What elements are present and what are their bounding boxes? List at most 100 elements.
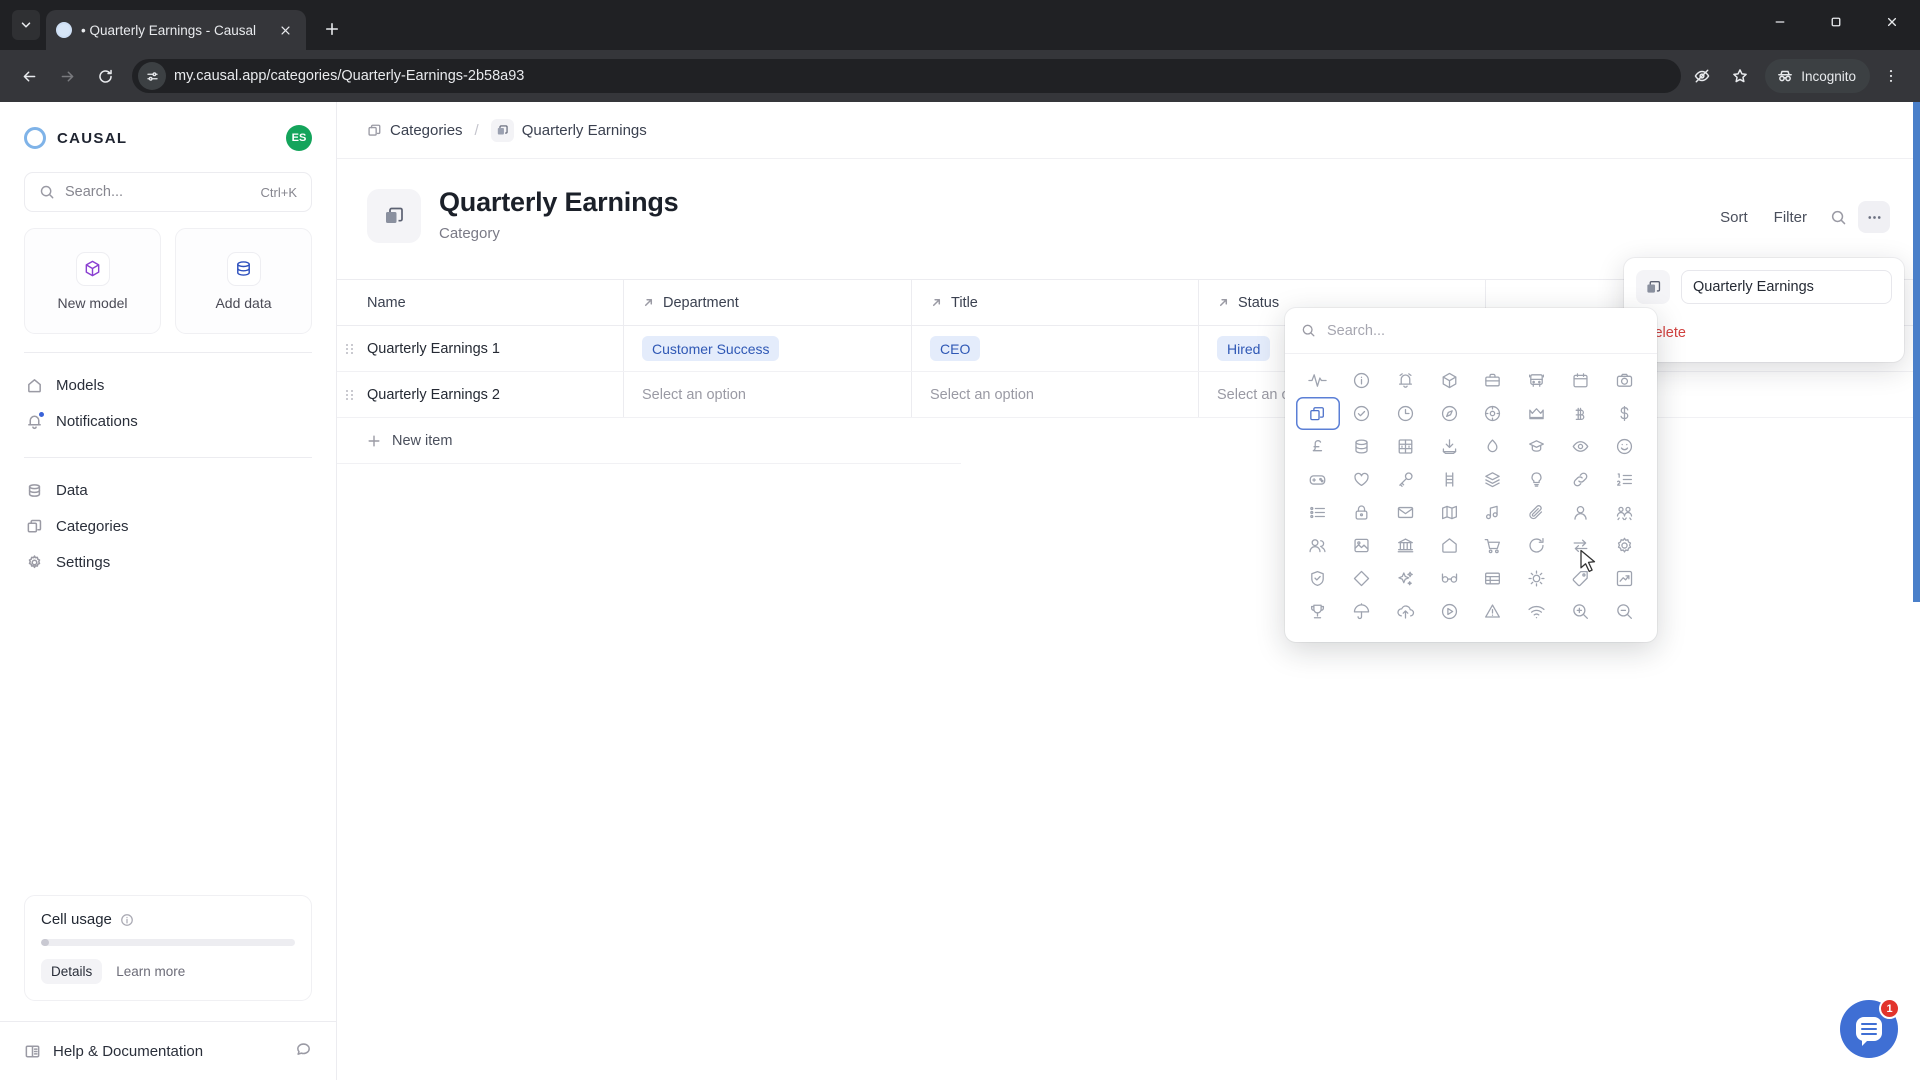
icon-option-database[interactable] (1340, 430, 1384, 463)
icon-option-key[interactable] (1384, 463, 1428, 496)
icon-option-refresh[interactable] (1515, 529, 1559, 562)
usage-learn-more-link[interactable]: Learn more (108, 959, 193, 984)
forward-button[interactable] (50, 59, 84, 93)
icon-option-clock[interactable] (1384, 397, 1428, 430)
new-tab-button[interactable] (316, 13, 348, 45)
icon-option-check-circle[interactable] (1340, 397, 1384, 430)
icon-option-gamepad[interactable] (1296, 463, 1340, 496)
cell-name[interactable]: Quarterly Earnings 2 (337, 372, 624, 417)
icon-option-sun[interactable] (1515, 562, 1559, 595)
icon-option-bitcoin[interactable] (1559, 397, 1603, 430)
icon-option-ordered-list[interactable] (1602, 463, 1646, 496)
icon-option-map[interactable] (1427, 496, 1471, 529)
column-header-department[interactable]: Department (624, 280, 912, 325)
icon-option-info[interactable] (1340, 364, 1384, 397)
icon-option-image[interactable] (1340, 529, 1384, 562)
icon-option-gear[interactable] (1602, 529, 1646, 562)
icon-option-crown[interactable] (1515, 397, 1559, 430)
icon-option-warning[interactable] (1471, 595, 1515, 628)
icon-option-users[interactable] (1296, 529, 1340, 562)
icon-option-eye[interactable] (1559, 430, 1603, 463)
icon-option-alarm[interactable] (1384, 364, 1428, 397)
icon-option-droplet[interactable] (1471, 430, 1515, 463)
sidebar-item-settings[interactable]: Settings (24, 544, 312, 580)
icon-option-trophy[interactable] (1296, 595, 1340, 628)
icon-option-lock[interactable] (1340, 496, 1384, 529)
icon-option-dollar[interactable] (1602, 397, 1646, 430)
icon-option-transfer[interactable] (1559, 529, 1603, 562)
icon-option-person[interactable] (1559, 496, 1603, 529)
tab-close-button[interactable] (274, 19, 296, 41)
usage-details-button[interactable]: Details (41, 959, 103, 984)
icon-option-crosshair[interactable] (1471, 397, 1515, 430)
delete-category-button[interactable]: Delete (1636, 316, 1892, 350)
icon-option-paperclip[interactable] (1515, 496, 1559, 529)
avatar[interactable]: ES (286, 125, 312, 151)
new-model-card[interactable]: New model (24, 228, 161, 334)
minimize-button[interactable] (1752, 0, 1808, 44)
icon-option-graduation-cap[interactable] (1515, 430, 1559, 463)
icon-option-categories[interactable] (1296, 397, 1340, 430)
icon-option-bank[interactable] (1384, 529, 1428, 562)
help-documentation-item[interactable]: Help & Documentation (0, 1022, 336, 1080)
icon-option-cart[interactable] (1471, 529, 1515, 562)
icon-option-sparkles[interactable] (1384, 562, 1428, 595)
icon-option-home[interactable] (1427, 529, 1471, 562)
more-options-button[interactable] (1858, 201, 1890, 233)
sidebar-item-models[interactable]: Models (24, 367, 312, 403)
tab-search-button[interactable] (12, 10, 40, 40)
icon-option-shield-check[interactable] (1296, 562, 1340, 595)
cell-department[interactable]: Customer Success (624, 326, 912, 371)
icon-option-trend-up[interactable] (1602, 562, 1646, 595)
icon-option-heart[interactable] (1340, 463, 1384, 496)
incognito-indicator[interactable]: Incognito (1765, 59, 1870, 93)
bookmark-star-icon[interactable] (1723, 59, 1757, 93)
icon-option-glasses[interactable] (1427, 562, 1471, 595)
sidebar-item-data[interactable]: Data (24, 472, 312, 508)
icon-option-tag[interactable] (1559, 562, 1603, 595)
maximize-button[interactable] (1808, 0, 1864, 44)
chat-icon[interactable] (295, 1040, 312, 1062)
icon-picker-search-input[interactable] (1327, 322, 1641, 339)
icon-option-download[interactable] (1427, 430, 1471, 463)
reload-button[interactable] (88, 59, 122, 93)
icon-picker-search[interactable] (1285, 308, 1657, 354)
icon-option-calendar[interactable] (1559, 364, 1603, 397)
address-bar[interactable]: my.causal.app/categories/Quarterly-Earni… (132, 59, 1682, 93)
icon-option-cube[interactable] (1427, 364, 1471, 397)
sidebar-item-categories[interactable]: Categories (24, 508, 312, 544)
breadcrumb-root[interactable]: Categories (367, 122, 463, 139)
filter-button[interactable]: Filter (1763, 202, 1818, 233)
icon-option-ladder[interactable] (1427, 463, 1471, 496)
icon-option-diamond[interactable] (1340, 562, 1384, 595)
icon-option-locker[interactable] (1384, 430, 1428, 463)
icon-option-layers[interactable] (1471, 463, 1515, 496)
icon-option-play-circle[interactable] (1427, 595, 1471, 628)
icon-option-table[interactable] (1471, 562, 1515, 595)
breadcrumb-current[interactable]: Quarterly Earnings (490, 118, 647, 142)
category-name-input[interactable] (1681, 270, 1892, 304)
info-icon[interactable] (120, 913, 134, 927)
search-input[interactable]: Search... Ctrl+K (24, 172, 312, 212)
icon-option-lightbulb[interactable] (1515, 463, 1559, 496)
icon-option-bus[interactable] (1515, 364, 1559, 397)
table-row[interactable]: Quarterly Earnings 2 Select an option Se… (337, 372, 1920, 418)
icon-option-camera[interactable] (1602, 364, 1646, 397)
sidebar-item-notifications[interactable]: Notifications (24, 403, 312, 439)
icon-option-briefcase[interactable] (1471, 364, 1515, 397)
browser-menu-button[interactable] (1874, 59, 1908, 93)
new-item-button[interactable]: New item (337, 418, 961, 464)
icon-option-pound[interactable] (1296, 430, 1340, 463)
icon-option-zoom-out[interactable] (1602, 595, 1646, 628)
column-header-title[interactable]: Title (912, 280, 1199, 325)
row-drag-handle[interactable] (346, 342, 355, 356)
back-button[interactable] (12, 59, 46, 93)
site-settings-icon[interactable] (138, 62, 166, 90)
cell-title[interactable]: Select an option (912, 372, 1199, 417)
icon-option-umbrella[interactable] (1340, 595, 1384, 628)
column-header-name[interactable]: Name (337, 280, 624, 325)
icon-option-compass[interactable] (1427, 397, 1471, 430)
close-window-button[interactable] (1864, 0, 1920, 44)
icon-option-mail[interactable] (1384, 496, 1428, 529)
browser-tab[interactable]: • Quarterly Earnings - Causal (46, 10, 306, 50)
